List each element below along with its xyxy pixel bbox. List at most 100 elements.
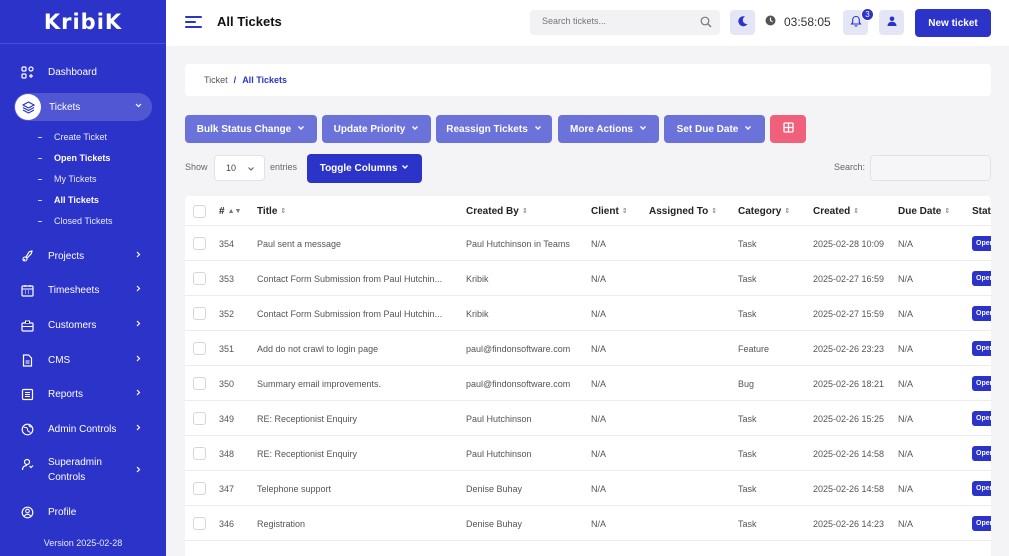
more-actions-button[interactable]: More Actions [558, 115, 659, 143]
button-label: More Actions [570, 123, 633, 135]
sidebar-item-reports[interactable]: Reports [14, 380, 152, 408]
sidebar-item-timesheets[interactable]: Timesheets [14, 276, 152, 304]
ticket-title[interactable]: Add do not crawl to login page [257, 331, 459, 366]
ticket-created: 2025-02-27 16:59 [813, 273, 885, 284]
table-row[interactable]: 351 Add do not crawl to login page paul@fi… [185, 331, 991, 366]
bulk-status-change-button[interactable]: Bulk Status Change [185, 115, 317, 143]
status-badge[interactable]: Open [972, 341, 991, 356]
row-checkbox[interactable] [193, 296, 213, 331]
status-badge[interactable]: Open [972, 376, 991, 391]
ticket-client: N/A [591, 238, 607, 249]
sidebar-item-cms[interactable]: CMS [14, 346, 152, 374]
ticket-category: Task [738, 308, 757, 319]
sidebar-item-profile[interactable]: Profile [14, 498, 152, 526]
menu-toggle-icon[interactable] [185, 16, 202, 29]
ticket-category: Task [738, 483, 757, 494]
row-checkbox[interactable] [193, 331, 213, 366]
breadcrumb-parent[interactable]: Ticket [204, 75, 228, 85]
ticket-title[interactable]: Paul sent a message [257, 226, 459, 261]
grid-view-button[interactable] [770, 115, 806, 143]
entries-select[interactable]: 10 [214, 155, 265, 181]
column-header-created-by[interactable]: Created By ⇕ [466, 196, 586, 226]
chevron-down-icon [401, 163, 409, 174]
ticket-client: N/A [591, 378, 607, 389]
sidebar-item-tickets[interactable]: Tickets [14, 93, 152, 121]
row-checkbox[interactable] [193, 506, 213, 541]
sidebar-subitem-open-tickets[interactable]: Open Tickets [38, 153, 110, 163]
table-row[interactable]: 346 Registration Denise Buhay N/A Task 2025-0… [185, 506, 991, 541]
ticket-title[interactable]: Telephone support [257, 471, 459, 506]
reassign-tickets-button[interactable]: Reassign Tickets [436, 115, 552, 143]
sidebar-item-projects[interactable]: Projects [14, 242, 152, 270]
ticket-due-date: N/A [898, 378, 914, 389]
table-row[interactable]: 354 Paul sent a message Paul Hutchinson in… [185, 226, 991, 261]
ticket-title[interactable]: Registration [257, 506, 459, 541]
status-badge[interactable]: Open [972, 516, 991, 531]
row-checkbox[interactable] [193, 436, 213, 471]
sidebar-item-customers[interactable]: Customers [14, 311, 152, 339]
breadcrumb: Ticket / All Tickets [185, 64, 991, 96]
moon-icon [737, 15, 749, 30]
sidebar: KribiK Dashboard Tickets Create Ticket O… [0, 0, 166, 556]
ticket-title[interactable]: RE: Receptionist Enquiry [257, 401, 459, 436]
set-due-date-button[interactable]: Set Due Date [664, 115, 765, 143]
status-badge[interactable]: Open [972, 236, 991, 251]
row-checkbox[interactable] [193, 261, 213, 296]
table-row[interactable]: 349 RE: Receptionist Enquiry Paul Hutchins… [185, 401, 991, 436]
search-input[interactable] [542, 16, 692, 26]
table-row[interactable]: 350 Summary email improvements. paul@findo… [185, 366, 991, 401]
status-badge[interactable]: Open [972, 306, 991, 321]
status-badge[interactable]: Open [972, 446, 991, 461]
column-header-assigned-to[interactable]: Assigned To ⇕ [649, 196, 734, 226]
sidebar-item-dashboard[interactable]: Dashboard [14, 58, 152, 86]
sidebar-subitem-all-tickets[interactable]: All Tickets [38, 195, 99, 205]
sidebar-item-label: Timesheets [48, 284, 100, 296]
ticket-created-by: paul@findonsoftware.com [466, 378, 571, 389]
row-checkbox[interactable] [193, 226, 213, 261]
status-badge[interactable]: Open [972, 271, 991, 286]
status-badge[interactable]: Open [972, 411, 991, 426]
column-header-due-date[interactable]: Due Date ⇕ [898, 196, 968, 226]
new-ticket-button[interactable]: New ticket [915, 9, 991, 37]
update-priority-button[interactable]: Update Priority [322, 115, 431, 143]
ticket-title[interactable]: Contact Form Submission from Paul Hutchi… [257, 296, 459, 331]
column-header-category[interactable]: Category ⇕ [738, 196, 810, 226]
ticket-title[interactable]: Contact Form Submission from Paul Hutchi… [257, 261, 459, 296]
user-menu-button[interactable] [879, 10, 904, 35]
notifications-button[interactable]: 3 [843, 8, 874, 35]
sidebar-subitem-closed-tickets[interactable]: Closed Tickets [38, 216, 113, 226]
ticket-client: N/A [591, 343, 607, 354]
global-search[interactable] [530, 10, 720, 35]
table-row[interactable]: 348 RE: Receptionist Enquiry Paul Hutchins… [185, 436, 991, 471]
row-checkbox[interactable] [193, 471, 213, 506]
column-header-status[interactable]: Stat [972, 196, 991, 226]
sidebar-subitem-create-ticket[interactable]: Create Ticket [38, 132, 107, 142]
sidebar-item-admin-controls[interactable]: Admin Controls [14, 415, 152, 443]
sidebar-subitem-my-tickets[interactable]: My Tickets [38, 174, 97, 184]
column-header-title[interactable]: Title ⇕ [257, 196, 459, 226]
ticket-title[interactable]: Summary email improvements. [257, 366, 459, 401]
breadcrumb-separator: / [233, 75, 237, 85]
ticket-title[interactable]: RE: Receptionist Enquiry [257, 436, 459, 471]
toggle-columns-button[interactable]: Toggle Columns [307, 154, 422, 183]
column-header-client[interactable]: Client ⇕ [591, 196, 646, 226]
row-checkbox[interactable] [193, 366, 213, 401]
theme-toggle-button[interactable] [730, 10, 755, 35]
status-badge[interactable]: Open [972, 481, 991, 496]
app-logo[interactable]: KribiK [0, 0, 166, 44]
column-header-created[interactable]: Created ⇕ [813, 196, 895, 226]
timer-value: 03:58:05 [784, 15, 831, 29]
ticket-created: 2025-02-27 15:59 [813, 308, 885, 319]
table-row[interactable]: 352 Contact Form Submission from Paul Hut… [185, 296, 991, 331]
button-label: Set Due Date [676, 123, 739, 135]
search-icon[interactable] [700, 16, 712, 31]
table-search-input[interactable] [870, 155, 991, 181]
select-all-checkbox[interactable] [193, 196, 213, 226]
row-checkbox[interactable] [193, 401, 213, 436]
table-row[interactable]: 347 Telephone support Denise Buhay N/A Task 2… [185, 471, 991, 506]
sidebar-item-superadmin-controls[interactable]: Superadmin Controls [14, 455, 152, 485]
column-header-id[interactable]: # ▲▼ [219, 196, 251, 226]
breadcrumb-current: All Tickets [242, 75, 288, 85]
table-row[interactable]: 353 Contact Form Submission from Paul Hut… [185, 261, 991, 296]
chevron-right-icon [134, 465, 143, 477]
